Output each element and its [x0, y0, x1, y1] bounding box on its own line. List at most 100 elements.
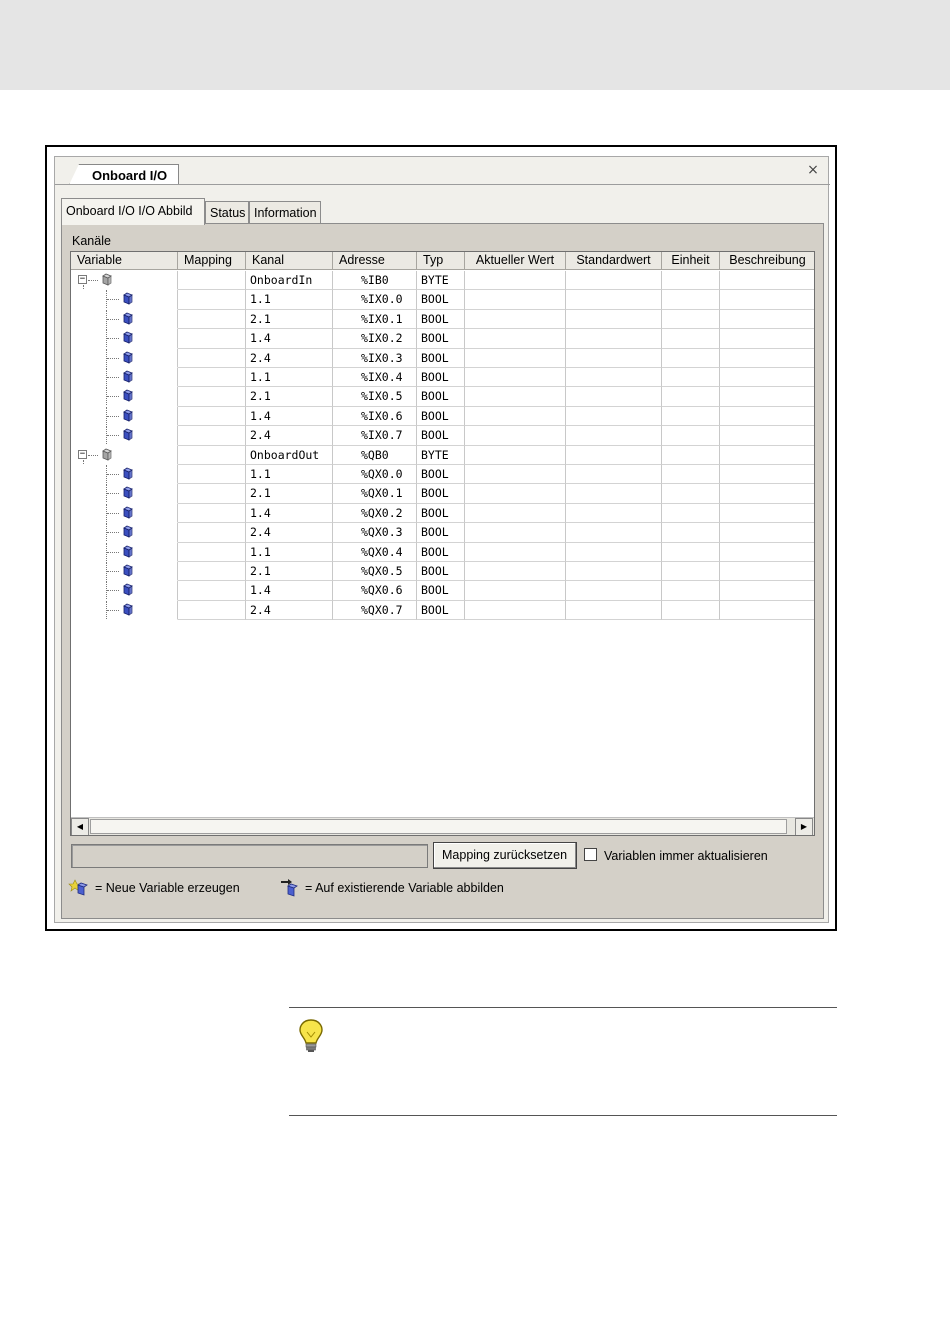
- collapse-icon[interactable]: −: [78, 449, 87, 459]
- cell-variable[interactable]: [71, 348, 178, 368]
- table-row[interactable]: 1.4 %QX0.6 BOOL: [71, 581, 814, 601]
- column-header-standard[interactable]: Standardwert: [566, 252, 662, 270]
- channel-grid[interactable]: Variable Mapping Kanal Adresse Typ Aktueller …: [70, 251, 815, 836]
- tree-connector: [107, 512, 119, 514]
- table-row-group[interactable]: − OnboardOut %QB0 BYTE: [71, 445, 814, 465]
- cell-mapping[interactable]: [178, 348, 246, 368]
- table-row[interactable]: 1.1 %QX0.4 BOOL: [71, 542, 814, 562]
- cell-standard: [566, 271, 662, 291]
- cell-mapping[interactable]: [178, 465, 246, 485]
- cell-variable[interactable]: −: [71, 271, 178, 291]
- table-row[interactable]: 2.1 %QX0.5 BOOL: [71, 562, 814, 582]
- table-row[interactable]: 1.1 %IX0.0 BOOL: [71, 290, 814, 310]
- cell-mapping[interactable]: [178, 329, 246, 349]
- cell-mapping[interactable]: [178, 426, 246, 446]
- table-row[interactable]: 1.1 %IX0.4 BOOL: [71, 368, 814, 388]
- column-header-beschr[interactable]: Beschreibung: [720, 252, 814, 270]
- table-row[interactable]: 2.4 %QX0.7 BOOL: [71, 600, 814, 621]
- cell-aktuell: [465, 271, 566, 291]
- tab-io-abbild[interactable]: Onboard I/O I/O Abbild: [61, 198, 205, 225]
- table-row[interactable]: 2.1 %QX0.1 BOOL: [71, 484, 814, 504]
- table-row[interactable]: 1.4 %QX0.2 BOOL: [71, 503, 814, 524]
- cell-variable[interactable]: −: [71, 445, 178, 465]
- tree-connector: [107, 318, 119, 320]
- table-row[interactable]: 1.4 %IX0.2 BOOL: [71, 329, 814, 349]
- cell-variable[interactable]: [71, 503, 178, 524]
- cell-variable[interactable]: [71, 329, 178, 349]
- cell-variable[interactable]: [71, 542, 178, 562]
- column-header-einheit[interactable]: Einheit: [662, 252, 720, 270]
- cell-kanal: 1.1: [246, 465, 333, 485]
- cell-variable[interactable]: [71, 368, 178, 388]
- cell-variable[interactable]: [71, 581, 178, 601]
- cell-standard: [566, 387, 662, 407]
- close-icon[interactable]: ×: [806, 163, 820, 177]
- scroll-left-icon[interactable]: ◀: [71, 818, 89, 835]
- column-header-typ[interactable]: Typ: [417, 252, 465, 270]
- tab-information[interactable]: Information: [249, 201, 321, 224]
- cell-mapping[interactable]: [178, 309, 246, 330]
- tab-status[interactable]: Status: [205, 201, 249, 224]
- always-update-checkbox[interactable]: [584, 848, 597, 861]
- cell-variable[interactable]: [71, 290, 178, 310]
- cell-variable[interactable]: [71, 600, 178, 621]
- scroll-thumb[interactable]: [90, 819, 787, 834]
- cell-variable[interactable]: [71, 309, 178, 330]
- table-row-group[interactable]: − OnboardIn %IB0 BYTE: [71, 271, 814, 291]
- tree-connector: [107, 609, 119, 611]
- channels-group-label: Kanäle: [72, 234, 111, 248]
- cell-mapping[interactable]: [178, 445, 246, 465]
- column-header-mapping[interactable]: Mapping: [178, 252, 246, 270]
- column-header-aktuell[interactable]: Aktueller Wert: [465, 252, 566, 270]
- scroll-right-icon[interactable]: ▶: [795, 818, 813, 835]
- cell-variable[interactable]: [71, 426, 178, 446]
- cell-variable[interactable]: [71, 523, 178, 543]
- page-header-band: [0, 0, 950, 90]
- grid-header-row: Variable Mapping Kanal Adresse Typ Aktueller …: [71, 252, 814, 270]
- cell-aktuell: [465, 368, 566, 388]
- column-header-adresse[interactable]: Adresse: [333, 252, 417, 270]
- cell-mapping[interactable]: [178, 387, 246, 407]
- cell-variable[interactable]: [71, 465, 178, 485]
- cell-mapping[interactable]: [178, 562, 246, 582]
- horizontal-scrollbar[interactable]: ◀ ▶: [71, 817, 814, 835]
- cell-beschr: [720, 271, 814, 291]
- cell-mapping[interactable]: [178, 271, 246, 291]
- cell-mapping[interactable]: [178, 503, 246, 524]
- cell-einheit: [662, 329, 720, 349]
- cell-beschr: [720, 368, 814, 388]
- cell-variable[interactable]: [71, 484, 178, 504]
- cell-beschr: [720, 387, 814, 407]
- column-header-kanal[interactable]: Kanal: [246, 252, 333, 270]
- cell-typ: BOOL: [417, 503, 465, 524]
- cell-kanal: 2.1: [246, 562, 333, 582]
- table-row[interactable]: 2.1 %IX0.1 BOOL: [71, 309, 814, 330]
- cell-standard: [566, 542, 662, 562]
- table-row[interactable]: 2.4 %IX0.7 BOOL: [71, 426, 814, 446]
- mapping-status-field: [71, 844, 428, 868]
- cell-adresse: %QX0.5: [333, 562, 417, 582]
- tree-connector: [107, 299, 119, 301]
- table-row[interactable]: 1.4 %IX0.6 BOOL: [71, 406, 814, 427]
- cell-mapping[interactable]: [178, 523, 246, 543]
- cell-beschr: [720, 407, 814, 427]
- cell-mapping[interactable]: [178, 542, 246, 562]
- cell-mapping[interactable]: [178, 290, 246, 310]
- table-row[interactable]: 2.4 %QX0.3 BOOL: [71, 523, 814, 543]
- collapse-icon[interactable]: −: [78, 275, 87, 284]
- cell-variable[interactable]: [71, 406, 178, 427]
- cell-variable[interactable]: [71, 562, 178, 582]
- cell-mapping[interactable]: [178, 484, 246, 504]
- cell-mapping[interactable]: [178, 600, 246, 621]
- table-row[interactable]: 1.1 %QX0.0 BOOL: [71, 465, 814, 485]
- reset-mapping-button[interactable]: Mapping zurücksetzen: [433, 842, 577, 869]
- cell-mapping[interactable]: [178, 368, 246, 388]
- table-row[interactable]: 2.4 %IX0.3 BOOL: [71, 348, 814, 368]
- cell-mapping[interactable]: [178, 581, 246, 601]
- column-header-variable[interactable]: Variable: [71, 252, 178, 270]
- cell-mapping[interactable]: [178, 406, 246, 427]
- cell-aktuell: [465, 445, 566, 465]
- document-tab[interactable]: Onboard I/O: [69, 164, 179, 185]
- table-row[interactable]: 2.1 %IX0.5 BOOL: [71, 387, 814, 407]
- cell-variable[interactable]: [71, 387, 178, 407]
